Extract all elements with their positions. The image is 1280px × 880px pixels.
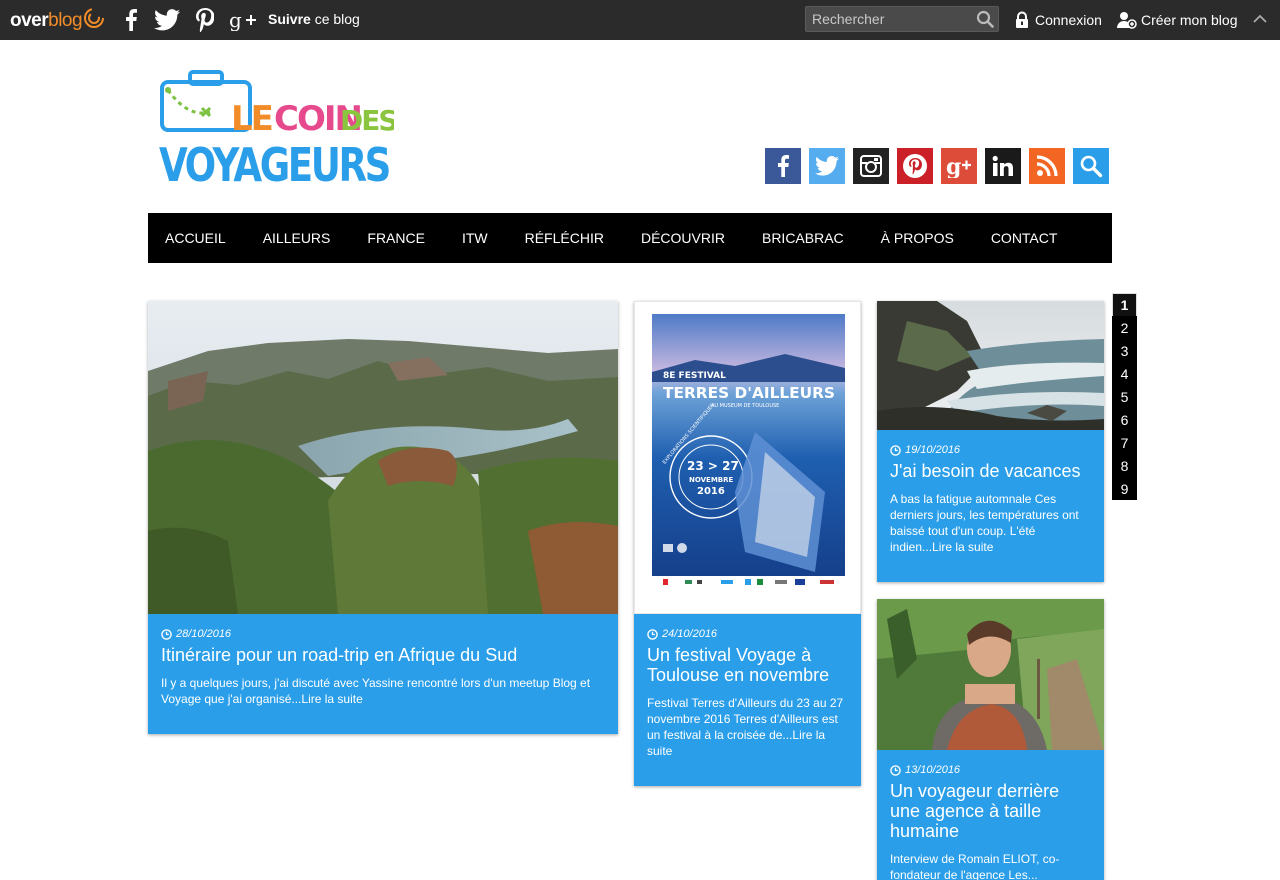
post-image-coast[interactable]	[877, 301, 1104, 430]
user-add-icon	[1117, 12, 1137, 29]
post-date: 13/10/2016	[890, 764, 1091, 776]
post-excerpt: Interview de Romain ELIOT, co-fondateur …	[890, 852, 1060, 880]
create-blog-label: Créer mon blog	[1141, 12, 1238, 28]
login-link[interactable]: Connexion	[1013, 11, 1102, 29]
clock-icon	[647, 628, 658, 640]
instagram-icon[interactable]	[853, 148, 889, 184]
search-box	[805, 6, 999, 32]
clock-icon	[890, 764, 901, 776]
overblog-logo[interactable]: over blog	[10, 8, 105, 34]
follow-label: Suivre	[268, 11, 311, 27]
post-body: 24/10/2016 Un festival Voyage à Toulouse…	[634, 614, 861, 759]
lock-icon	[1016, 11, 1028, 28]
facebook-icon[interactable]	[118, 7, 144, 33]
nav-item-ailleurs[interactable]: AILLEURS	[263, 230, 331, 246]
page-link-3[interactable]: 3	[1112, 339, 1137, 362]
poster-month: NOVEMBRE	[689, 476, 734, 484]
page-link-8[interactable]: 8	[1112, 454, 1137, 477]
post-date-text: 24/10/2016	[662, 628, 718, 640]
page-link-5[interactable]: 5	[1112, 385, 1137, 408]
post-body: 28/10/2016 Itinéraire pour un road-trip …	[148, 614, 618, 707]
post-body: 19/10/2016 J'ai besoin de vacances A bas…	[877, 430, 1104, 555]
login-label: Connexion	[1035, 12, 1102, 28]
site-logo[interactable]: LE COIN DES VOYAGEURS	[158, 68, 399, 192]
social-links: g	[765, 148, 1109, 184]
nav-item-accueil[interactable]: ACCUEIL	[165, 230, 226, 246]
post-date-text: 19/10/2016	[905, 444, 961, 456]
post-image-festival-poster[interactable]: 8E FESTIVAL TERRES D'AILLEURS AU MUSEUM …	[634, 301, 861, 614]
logo-word-des: DES	[340, 104, 394, 137]
pagination: 1 2 3 4 5 6 7 8 9	[1112, 293, 1137, 500]
overblog-logo-text: blog	[48, 10, 83, 31]
nav-item-bricabrac[interactable]: BRICABRAC	[762, 230, 844, 246]
poster-year: 2016	[697, 486, 725, 497]
page-link-4[interactable]: 4	[1112, 362, 1137, 385]
post-excerpt: Il y a quelques jours, j'ai discuté avec…	[161, 676, 591, 706]
pinterest-icon[interactable]	[192, 7, 218, 33]
poster-dates: 23 > 27	[687, 459, 739, 473]
post-image-canyon[interactable]	[148, 301, 618, 614]
logo-word-voyageurs: VOYAGEURS	[159, 138, 389, 188]
post-card[interactable]: 13/10/2016 Un voyageur derrière une agen…	[877, 599, 1104, 880]
facebook-icon[interactable]	[765, 148, 801, 184]
twitter-icon[interactable]	[809, 148, 845, 184]
post-card[interactable]: 19/10/2016 J'ai besoin de vacances A bas…	[877, 301, 1104, 582]
page-link-6[interactable]: 6	[1112, 408, 1137, 431]
poster-venue: AU MUSEUM DE TOULOUSE	[711, 403, 779, 409]
overblog-logo-text-bold: over	[10, 10, 49, 31]
overblog-toolbar: overblog g Suivre ce blog Connexion	[0, 0, 1280, 40]
post-title[interactable]: Un voyageur derrière une agence à taille…	[890, 781, 1091, 841]
pinterest-icon[interactable]	[897, 148, 933, 184]
follow-suffix: ce blog	[310, 11, 360, 27]
twitter-icon[interactable]	[154, 7, 180, 33]
chevron-up-icon[interactable]	[1251, 10, 1269, 28]
post-date-text: 13/10/2016	[905, 764, 961, 776]
nav-item-france[interactable]: FRANCE	[367, 230, 425, 246]
logo-word-le: LE	[231, 99, 272, 139]
page-link-9[interactable]: 9	[1112, 477, 1137, 500]
linkedin-icon[interactable]	[985, 148, 1021, 184]
google-plus-icon[interactable]: g	[941, 148, 977, 184]
post-title[interactable]: Itinéraire pour un road-trip en Afrique …	[161, 645, 605, 665]
page-link-1[interactable]: 1	[1112, 293, 1137, 316]
post-date-text: 28/10/2016	[176, 628, 232, 640]
nav-item-itw[interactable]: ITW	[462, 230, 488, 246]
nav-item-a-propos[interactable]: À PROPOS	[881, 230, 954, 246]
post-card[interactable]: 8E FESTIVAL TERRES D'AILLEURS AU MUSEUM …	[634, 301, 861, 786]
search-icon[interactable]	[1073, 148, 1109, 184]
svg-text:g: g	[229, 9, 242, 31]
overblog-swirl-icon	[84, 8, 105, 28]
nav-item-reflechir[interactable]: RÉFLÉCHIR	[525, 230, 604, 246]
nav-item-contact[interactable]: CONTACT	[991, 230, 1058, 246]
post-image-traveler[interactable]	[877, 599, 1104, 750]
poster-edition: 8E FESTIVAL	[663, 371, 726, 381]
post-title[interactable]: J'ai besoin de vacances	[890, 461, 1091, 481]
create-blog-link[interactable]: Créer mon blog	[1117, 11, 1238, 29]
poster-festival-name: TERRES D'AILLEURS	[663, 384, 835, 402]
search-icon[interactable]	[976, 10, 994, 28]
post-date: 19/10/2016	[890, 444, 1091, 456]
page-link-7[interactable]: 7	[1112, 431, 1137, 454]
svg-text:g: g	[946, 154, 961, 178]
post-excerpt: A bas la fatigue automnale Ces derniers …	[890, 492, 1079, 554]
post-body: 13/10/2016 Un voyageur derrière une agen…	[877, 750, 1104, 880]
search-input[interactable]	[806, 7, 968, 31]
rss-icon[interactable]	[1029, 148, 1065, 184]
main-navigation: ACCUEIL AILLEURS FRANCE ITW RÉFLÉCHIR DÉ…	[148, 213, 1112, 263]
page-link-2[interactable]: 2	[1112, 316, 1137, 339]
post-card[interactable]: 28/10/2016 Itinéraire pour un road-trip …	[148, 301, 618, 734]
post-excerpt: Festival Terres d'Ailleurs du 23 au 27 n…	[647, 696, 844, 758]
post-title[interactable]: Un festival Voyage à Toulouse en novembr…	[647, 645, 848, 685]
google-plus-icon[interactable]: g	[229, 7, 257, 33]
post-date: 24/10/2016	[647, 628, 848, 640]
follow-blog-link[interactable]: Suivre ce blog	[268, 11, 360, 27]
nav-item-decouvrir[interactable]: DÉCOUVRIR	[641, 230, 725, 246]
post-date: 28/10/2016	[161, 628, 605, 640]
clock-icon	[161, 628, 172, 640]
clock-icon	[890, 444, 901, 456]
